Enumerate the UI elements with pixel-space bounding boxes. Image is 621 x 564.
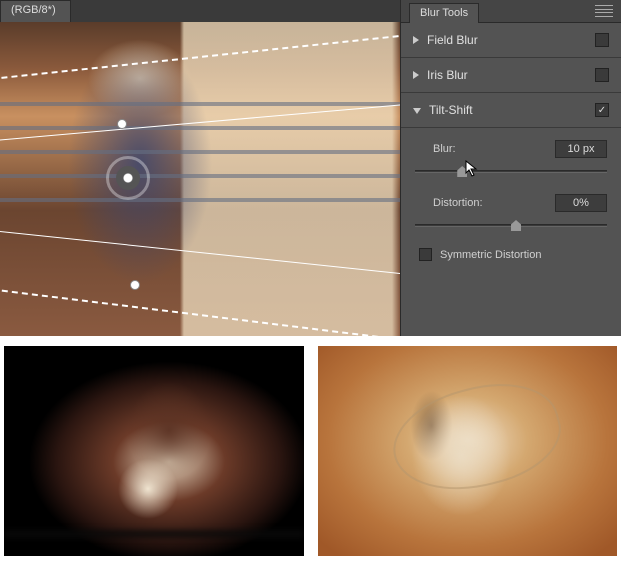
blur-label: Blur: [415,143,493,155]
panel-title: Blur Tools [420,7,468,19]
slider-thumb[interactable] [457,166,467,177]
tiltshift-handle-top[interactable] [117,119,127,129]
example-thumbnails [0,336,621,564]
slider-thumb[interactable] [511,220,521,231]
section-tilt-shift[interactable]: Tilt-Shift ✓ [401,93,621,128]
document-tab-label: (RGB/8*) [11,4,56,16]
document-canvas[interactable]: (RGB/8*) [0,0,400,336]
disclosure-icon[interactable] [413,36,419,44]
tilt-shift-controls: Blur: 10 px Distortion: 0% Symmetric [401,128,621,277]
distortion-slider[interactable] [415,216,607,234]
section-field-blur[interactable]: Field Blur [401,23,621,58]
blur-tools-panel: Blur Tools Field Blur Iris Blur Tilt-Shi… [400,0,621,336]
example-image-calf [318,346,618,556]
tiltshift-handle-bottom[interactable] [130,280,140,290]
slider-track [415,170,607,173]
symmetric-distortion-checkbox[interactable] [419,248,432,261]
section-title: Field Blur [427,33,587,47]
panel-tab[interactable]: Blur Tools [409,3,479,23]
disclosure-icon[interactable] [413,71,419,79]
distortion-value-field[interactable]: 0% [555,194,607,212]
tilt-shift-checkbox[interactable]: ✓ [595,103,609,117]
panel-menu-icon[interactable] [595,4,613,18]
symmetric-distortion-label: Symmetric Distortion [440,249,541,261]
example-image-cowboy [4,346,304,556]
section-title: Tilt-Shift [429,103,587,117]
image-viewport[interactable] [0,22,400,336]
distortion-label: Distortion: [415,197,493,209]
iris-blur-checkbox[interactable] [595,68,609,82]
blur-value-field[interactable]: 10 px [555,140,607,158]
blur-slider[interactable] [415,162,607,180]
photo-content [0,22,400,336]
panel-header: Blur Tools [401,0,621,23]
symmetric-distortion-row[interactable]: Symmetric Distortion [415,248,607,261]
tiltshift-pin[interactable] [106,156,150,200]
document-tab[interactable]: (RGB/8*) [0,0,71,22]
disclosure-icon[interactable] [413,108,421,114]
section-iris-blur[interactable]: Iris Blur [401,58,621,93]
field-blur-checkbox[interactable] [595,33,609,47]
section-title: Iris Blur [427,68,587,82]
